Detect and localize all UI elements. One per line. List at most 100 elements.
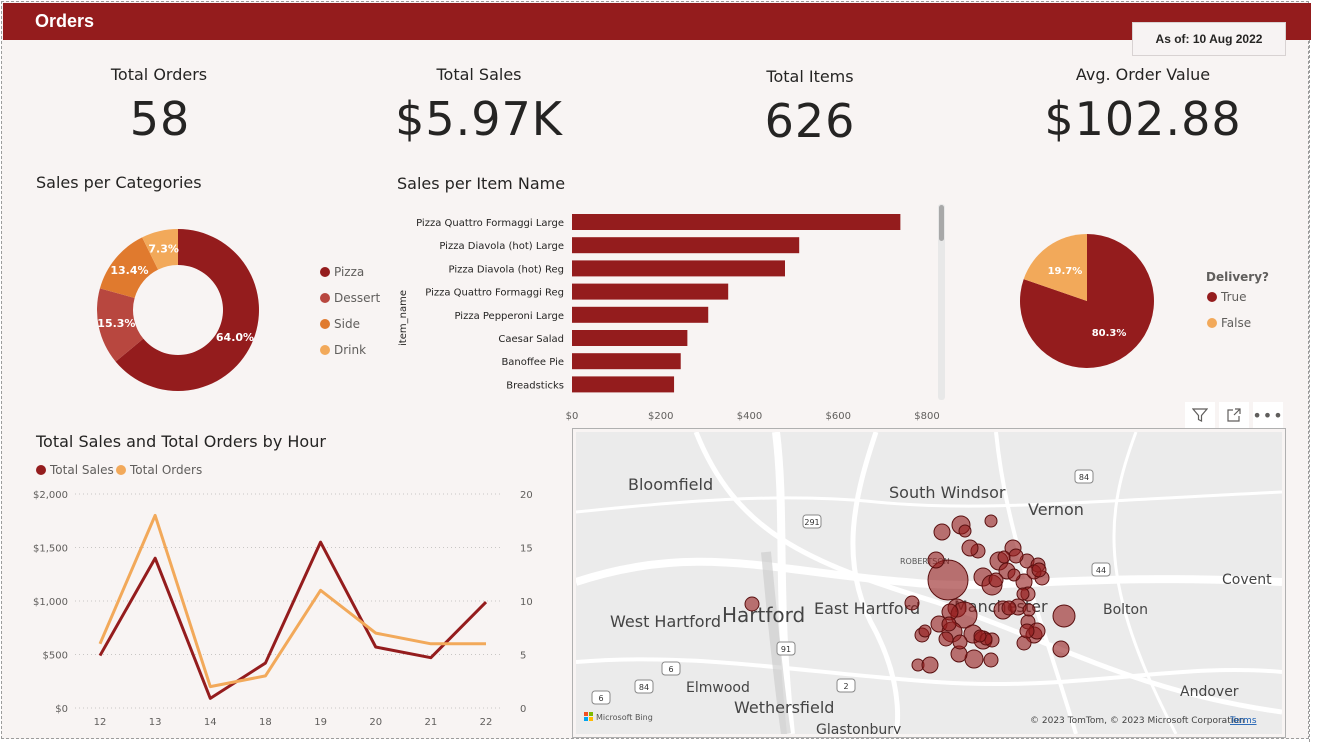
legend-item-drink[interactable]: Drink: [320, 343, 366, 357]
bar[interactable]: [572, 376, 675, 393]
bar[interactable]: [572, 237, 800, 254]
map-bubble[interactable]: [983, 652, 999, 668]
legend-label: Total Sales: [50, 463, 114, 477]
sales-orders-by-hour-line-chart[interactable]: $2,000 20 $1,500 15 $1,000 10 $500 5 $0 0 12 13 14 18…: [30, 482, 550, 732]
route-shield-label: 91: [781, 645, 791, 654]
x-tick-label: 13: [149, 717, 162, 728]
y-left-tick-label: $2,000: [33, 490, 68, 501]
bar[interactable]: [572, 306, 709, 323]
x-tick-label: 19: [314, 717, 327, 728]
slice-label: 64.0%: [216, 331, 254, 344]
legend-item-pizza[interactable]: Pizza: [320, 265, 364, 279]
legend-marker: [116, 465, 126, 475]
map-canvas[interactable]: Bloomfield South Windsor Vernon ROBERTSO…: [576, 432, 1282, 734]
map-bubble[interactable]: [1001, 600, 1017, 616]
legend-label: Side: [334, 317, 360, 331]
map-bubble[interactable]: [1052, 640, 1070, 658]
map-label-glastonbury: Glastonbury: [816, 722, 901, 734]
bar[interactable]: [572, 283, 729, 300]
y-left-tick-label: $500: [43, 651, 68, 662]
map-bubble[interactable]: [997, 550, 1011, 564]
map-bubble[interactable]: [1022, 603, 1036, 617]
map-bubble[interactable]: [941, 616, 957, 632]
focus-mode-icon[interactable]: [1219, 402, 1249, 428]
bar[interactable]: [572, 330, 688, 346]
route-shield-label: 291: [804, 518, 819, 527]
map-label-coventry: Covent: [1222, 572, 1272, 588]
y-right-tick-label: 15: [520, 544, 533, 555]
map-bubble[interactable]: [918, 624, 932, 638]
map-bubble[interactable]: [904, 595, 920, 611]
y-right-tick-label: 20: [520, 490, 533, 501]
route-shield-label: 6: [668, 665, 673, 674]
legend-marker: [320, 319, 330, 329]
slice-label: 13.4%: [110, 264, 148, 277]
bar[interactable]: [572, 353, 681, 370]
slice-label: 15.3%: [97, 317, 135, 330]
bar-category-label: Pizza Quattro Formaggi Reg: [425, 288, 564, 299]
legend-item-total-sales[interactable]: Total Sales: [36, 463, 114, 477]
scrollbar-thumb[interactable]: [939, 205, 944, 241]
legend-label: True: [1221, 290, 1247, 304]
x-tick-label: 18: [259, 717, 272, 728]
legend-item-side[interactable]: Side: [320, 317, 360, 331]
sales-per-category-donut[interactable]: 64.0% 15.3% 13.4%7.3%: [86, 218, 270, 402]
map-bubble[interactable]: [938, 631, 954, 647]
kpi-total-items-value: 626: [764, 94, 856, 148]
kpi-total-sales-value: $5.97K: [395, 92, 563, 146]
map-bubble[interactable]: [927, 551, 945, 569]
kpi-avg-order-value: $102.88: [1044, 92, 1242, 146]
bar[interactable]: [572, 260, 785, 277]
series-line-total-sales[interactable]: [98, 540, 488, 700]
map-label-elmwood: Elmwood: [686, 680, 750, 696]
bar-category-label: Pizza Diavola (hot) Large: [439, 241, 564, 252]
route-shield-label: 84: [1079, 473, 1089, 482]
map-bubble[interactable]: [961, 539, 979, 557]
map-bubble[interactable]: [988, 572, 1004, 588]
map-bubble[interactable]: [958, 524, 972, 538]
sales-per-item-bar-chart[interactable]: item_name Pizza Quattro Formaggi Large Piz…: [390, 200, 950, 428]
bar[interactable]: [572, 214, 901, 230]
x-tick-label: 14: [204, 717, 217, 728]
map-bubble[interactable]: [1052, 604, 1076, 628]
canvas-edge: [1309, 40, 1318, 742]
x-tick-label: 12: [94, 717, 107, 728]
legend-item-dessert[interactable]: Dessert: [320, 291, 380, 305]
map-bubble[interactable]: [744, 596, 760, 612]
more-options-icon[interactable]: •••: [1252, 402, 1283, 428]
map-bubble[interactable]: [1007, 568, 1021, 582]
map-bubble[interactable]: [933, 523, 951, 541]
map-bubble[interactable]: [984, 514, 998, 528]
map-label-bolton: Bolton: [1103, 602, 1148, 618]
orders-map[interactable]: Bloomfield South Windsor Vernon ROBERTSO…: [576, 432, 1282, 734]
map-terms-link[interactable]: Terms: [1229, 716, 1257, 726]
legend-marker: [36, 465, 46, 475]
map-bubble[interactable]: [1031, 562, 1047, 578]
map-label-bloomfield: Bloomfield: [628, 475, 713, 494]
donut-chart-title: Sales per Categories: [36, 173, 202, 192]
y-left-tick-label: $1,500: [33, 544, 68, 555]
kpi-avg-order-label: Avg. Order Value: [1075, 65, 1211, 84]
map-bubble[interactable]: [952, 634, 968, 650]
delivery-pie-chart[interactable]: 80.3% 19.7%: [1016, 230, 1158, 372]
map-label-andover: Andover: [1180, 684, 1239, 700]
legend-label: Total Orders: [130, 463, 203, 477]
map-bubble[interactable]: [973, 629, 987, 643]
map-bubble[interactable]: [1016, 587, 1030, 601]
map-bubble[interactable]: [921, 656, 939, 674]
map-bubble[interactable]: [1019, 623, 1035, 639]
bar-category-label: Pizza Diavola (hot) Reg: [449, 264, 564, 275]
map-bubble[interactable]: [964, 649, 984, 669]
legend-marker: [320, 267, 330, 277]
map-label-hartford: Hartford: [722, 603, 805, 627]
map-bubble[interactable]: [1008, 548, 1024, 564]
legend-marker: [320, 345, 330, 355]
filter-icon[interactable]: [1185, 402, 1215, 428]
legend-item-true[interactable]: True: [1207, 290, 1247, 304]
legend-item-total-orders[interactable]: Total Orders: [116, 463, 202, 477]
legend-item-false[interactable]: False: [1207, 316, 1251, 330]
bar-category-label: Caesar Salad: [498, 334, 564, 345]
route-shield-label: 2: [843, 682, 848, 691]
as-of-date-card: As of: 10 Aug 2022: [1132, 22, 1286, 56]
slice-label: 80.3%: [1092, 328, 1127, 339]
